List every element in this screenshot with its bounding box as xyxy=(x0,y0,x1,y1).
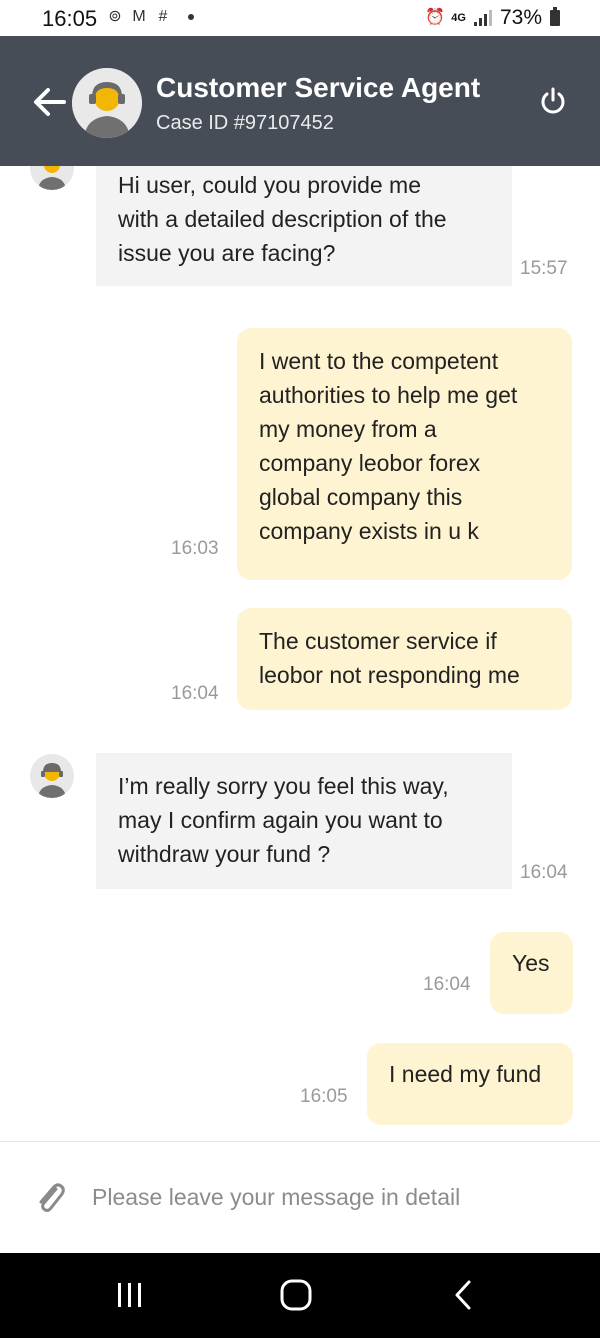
user-message: I went to the competent authorities to h… xyxy=(237,328,572,580)
back-arrow-icon[interactable] xyxy=(30,84,70,120)
system-nav-bar xyxy=(0,1253,600,1338)
message-line: Yes xyxy=(512,950,550,976)
agent-avatar-small xyxy=(30,754,74,798)
notification-icons: ⊚ M # xyxy=(106,8,194,26)
message-line: withdraw your fund ? xyxy=(118,841,331,867)
home-icon[interactable] xyxy=(276,1275,316,1315)
message-line: issue you are facing? xyxy=(118,240,336,266)
message-time: 16:03 xyxy=(171,538,219,559)
message-line: company leobor forex xyxy=(259,450,481,476)
user-message: Yes xyxy=(490,932,573,1014)
page-title: Customer Service Agent xyxy=(156,72,481,103)
message-line: my money from a xyxy=(259,416,437,442)
message-line: leobor not responding me xyxy=(259,662,520,688)
message-line: I went to the competent xyxy=(259,348,499,374)
message-line: with a detailed description of the xyxy=(118,206,447,232)
more-notifications-dot xyxy=(188,14,194,20)
message-line: global company this xyxy=(259,484,463,510)
status-bar: 16:05 ⊚ M # ⏰ 4G 73% xyxy=(0,0,600,36)
message-line: authorities to help me get xyxy=(259,382,518,408)
message-time: 16:04 xyxy=(171,683,219,704)
sync-icon: ⊚ xyxy=(108,8,122,25)
message-line: Hi user, could you provide me xyxy=(118,172,421,198)
message-time: 16:05 xyxy=(300,1086,348,1107)
agent-avatar-small xyxy=(30,166,74,190)
message-time: 16:04 xyxy=(520,862,568,883)
chat-header: Customer Service Agent Case ID #97107452 xyxy=(0,36,600,166)
message-line: may I confirm again you want to xyxy=(118,807,443,833)
battery-percent: 73% xyxy=(499,6,542,29)
agent-avatar xyxy=(72,68,142,138)
paperclip-icon[interactable] xyxy=(32,1180,68,1216)
mail-icon: M xyxy=(132,8,146,25)
network-type: 4G xyxy=(451,12,466,24)
grid-icon: # xyxy=(158,8,168,25)
agent-message: Hi user, could you provide me with a det… xyxy=(96,166,512,286)
message-time: 16:04 xyxy=(423,974,471,995)
status-time: 16:05 xyxy=(42,6,98,31)
message-line: The customer service if xyxy=(259,628,497,654)
alarm-icon: ⏰ xyxy=(425,9,446,26)
message-line: company exists in u k xyxy=(259,518,479,544)
message-line: I’m really sorry you feel this way, xyxy=(118,773,449,799)
user-message: The customer service if leobor not respo… xyxy=(237,608,572,710)
battery-icon xyxy=(550,7,560,26)
recents-icon[interactable] xyxy=(110,1275,150,1315)
message-list: Hi user, could you provide me with a det… xyxy=(0,166,600,1141)
back-icon[interactable] xyxy=(444,1275,484,1315)
message-input[interactable]: Please leave your message in detail xyxy=(92,1184,460,1211)
signal-icon xyxy=(473,10,492,26)
user-message: I need my fund xyxy=(367,1043,573,1125)
case-id: Case ID #97107452 xyxy=(156,112,334,134)
agent-message: I’m really sorry you feel this way, may … xyxy=(96,753,512,889)
message-time: 15:57 xyxy=(520,258,568,279)
status-right: ⏰ 4G 73% xyxy=(425,6,560,30)
message-input-bar: Please leave your message in detail xyxy=(0,1141,600,1254)
message-line: I need my fund xyxy=(389,1061,542,1087)
power-icon[interactable] xyxy=(538,86,568,116)
